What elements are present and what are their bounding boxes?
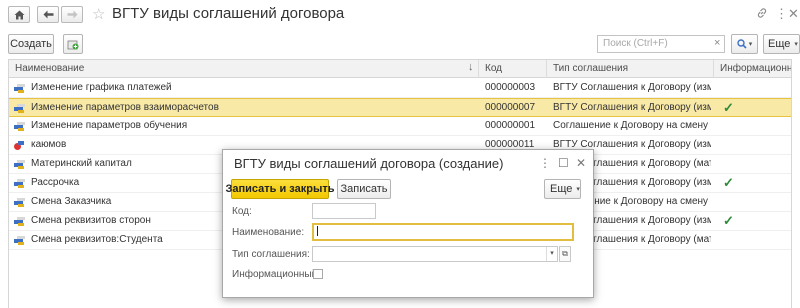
code-field[interactable] <box>312 203 376 219</box>
cell-type: ВГТУ Соглашения к Договору (измен... <box>553 102 711 113</box>
table-header: Наименование ↓ Код Тип соглашения Информ… <box>9 60 791 78</box>
maximize-icon[interactable]: ☐ <box>558 156 569 170</box>
dialog-more-label: Еще <box>550 183 573 195</box>
agreement-type-select[interactable]: ▾ <box>312 246 558 262</box>
informational-label: Информационный: <box>232 269 320 280</box>
save-button[interactable]: Записать <box>337 179 391 199</box>
name-label: Наименование: <box>232 227 305 238</box>
more-vertical-icon[interactable]: ⋮ <box>539 156 551 170</box>
arrow-right-icon <box>67 10 77 19</box>
forward-button[interactable] <box>61 6 83 23</box>
cell-type: Соглашение к Договору на смену рекви... <box>553 120 711 131</box>
check-icon: ✓ <box>723 175 734 190</box>
check-icon: ✓ <box>723 213 734 228</box>
link-icon[interactable] <box>756 7 768 22</box>
create-button[interactable]: Создать <box>8 34 54 54</box>
text-cursor <box>317 226 318 236</box>
column-header-name[interactable]: Наименование <box>9 60 479 78</box>
back-button[interactable] <box>37 6 59 23</box>
catalog-item-icon <box>14 84 25 93</box>
catalog-item-icon <box>14 179 25 188</box>
search-button[interactable]: ▾ <box>731 34 758 54</box>
cell-code: 000000003 <box>485 82 536 93</box>
column-header-info[interactable]: Информационный <box>714 60 791 78</box>
catalog-item-icon <box>14 217 25 226</box>
add-folder-icon <box>67 40 79 49</box>
table-row[interactable]: Изменение графика платежей 000000003 ВГТУ … <box>9 79 791 98</box>
home-button[interactable] <box>8 6 30 23</box>
name-field[interactable] <box>312 223 574 241</box>
cell-name: Изменение графика платежей <box>31 82 172 93</box>
table-row[interactable]: Изменение параметров обучения 000000001 Со… <box>9 117 791 136</box>
star-icon[interactable]: ☆ <box>92 5 105 23</box>
more-vertical-icon[interactable]: ⋮ <box>775 7 788 21</box>
catalog-item-icon <box>14 198 25 207</box>
code-label: Код: <box>232 206 252 217</box>
create-dialog: ВГТУ виды соглашений договора (создание)… <box>222 149 594 298</box>
catalog-item-icon <box>14 104 25 113</box>
close-icon[interactable]: ✕ <box>576 156 586 170</box>
clear-search-icon[interactable]: × <box>714 37 720 49</box>
catalog-item-icon <box>14 160 25 169</box>
catalog-item-icon <box>14 122 25 131</box>
dialog-title: ВГТУ виды соглашений договора (создание) <box>234 156 504 171</box>
cell-type: ВГТУ Соглашения к Договору (измен... <box>553 82 711 93</box>
sort-arrow-icon: ↓ <box>468 61 474 73</box>
home-icon <box>14 10 24 19</box>
window-header: ☆ ВГТУ виды соглашений договора ⋮ ✕ <box>0 0 800 30</box>
table-row[interactable]: Изменение параметров взаиморасчетов 00000… <box>9 98 791 117</box>
chevron-down-icon: ▾ <box>794 41 798 48</box>
close-icon[interactable]: ✕ <box>788 7 799 21</box>
open-icon[interactable]: ⧉ <box>559 246 571 262</box>
chevron-down-icon: ▾ <box>748 41 753 48</box>
cell-name: Изменение параметров обучения <box>31 120 188 131</box>
column-header-code[interactable]: Код <box>479 60 547 78</box>
more-button[interactable]: Еще ▾ <box>763 34 800 54</box>
check-icon: ✓ <box>723 100 734 115</box>
column-header-type[interactable]: Тип соглашения <box>547 60 714 78</box>
search-input[interactable]: Поиск (Ctrl+F) × <box>597 35 725 53</box>
marked-for-deletion-icon <box>14 141 24 151</box>
search-placeholder: Поиск (Ctrl+F) <box>603 38 668 49</box>
agreement-type-label: Тип соглашения: <box>232 249 310 260</box>
save-and-close-button[interactable]: Записать и закрыть <box>225 179 335 199</box>
more-label: Еще <box>768 38 791 50</box>
catalog-item-icon <box>14 236 25 245</box>
dropdown-arrow-icon[interactable]: ▾ <box>546 247 557 261</box>
cell-code: 000000001 <box>485 120 536 131</box>
cell-name: Изменение параметров взаиморасчетов <box>31 102 219 113</box>
create-folder-button[interactable] <box>63 34 83 54</box>
arrow-left-icon <box>43 10 53 19</box>
dialog-more-button[interactable]: Еще ▾ <box>544 179 581 199</box>
page-title: ВГТУ виды соглашений договора <box>112 5 345 22</box>
informational-checkbox[interactable] <box>313 269 323 279</box>
chevron-down-icon: ▾ <box>576 186 580 193</box>
cell-code: 000000007 <box>485 102 536 113</box>
search-icon <box>737 39 747 49</box>
